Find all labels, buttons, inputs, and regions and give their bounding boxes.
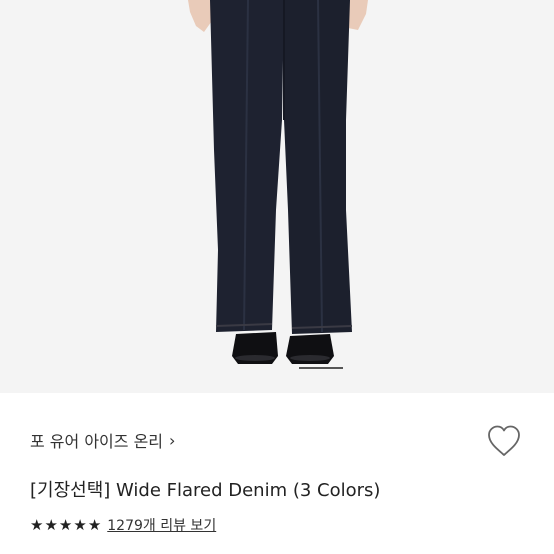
star-icon: ★ <box>58 515 73 534</box>
star-icon: ★ <box>87 515 102 534</box>
star-icon: ★ <box>73 515 87 534</box>
brand-link[interactable]: 포 유어 아이즈 온리 › <box>30 428 175 452</box>
product-image[interactable] <box>0 0 554 393</box>
reviews-link[interactable]: 1279개 리뷰 보기 <box>107 515 216 535</box>
star-icon: ★ <box>30 515 44 534</box>
gallery-active-indicator <box>299 367 343 369</box>
jeans-photo <box>188 0 368 364</box>
chevron-right-icon: › <box>169 430 176 450</box>
rating-row: ★ ★ ★ ★ ★ 1279개 리뷰 보기 <box>30 515 216 535</box>
star-rating: ★ ★ ★ ★ ★ <box>30 515 102 534</box>
star-icon: ★ <box>44 515 58 534</box>
heart-outline-icon[interactable] <box>486 424 522 458</box>
brand-name: 포 유어 아이즈 온리 <box>30 432 164 451</box>
product-title: [기장선택] Wide Flared Denim (3 Colors) <box>30 480 381 501</box>
